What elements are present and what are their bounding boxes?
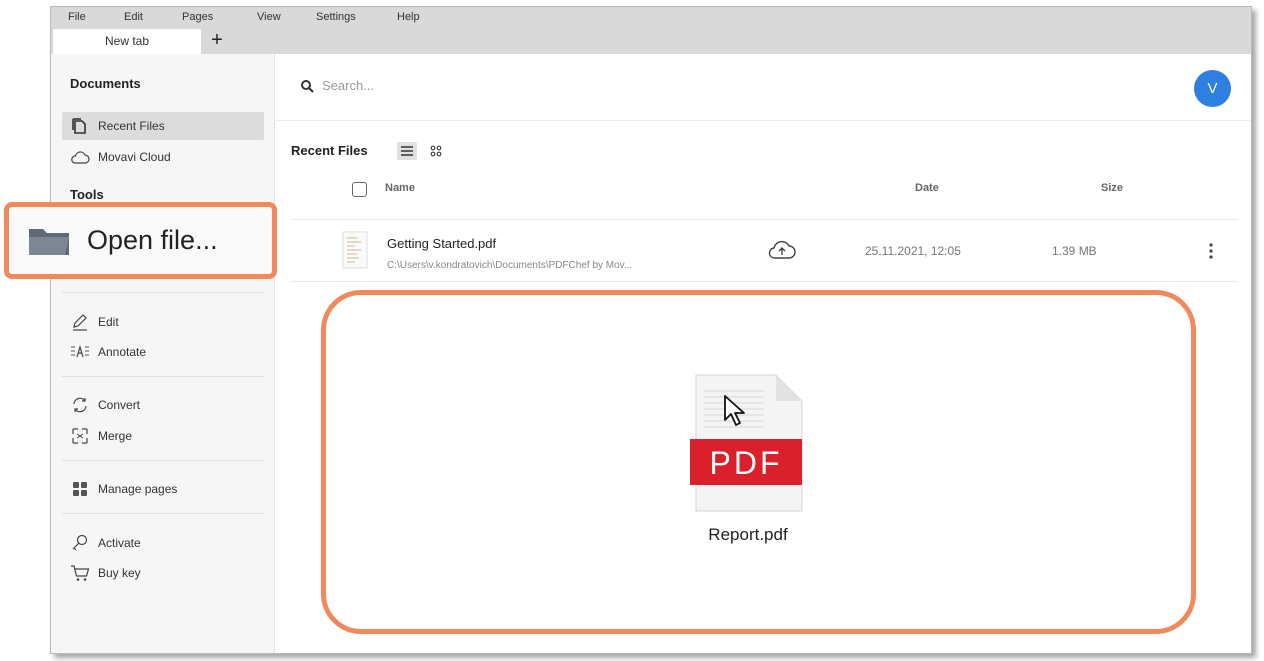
file-date: 25.11.2021, 12:05 bbox=[865, 244, 961, 258]
annotate-icon bbox=[70, 343, 90, 361]
menu-settings[interactable]: Settings bbox=[316, 11, 356, 23]
sidebar-item-label: Convert bbox=[98, 398, 141, 412]
open-file-label: Open file... bbox=[87, 225, 218, 255]
pencil-icon bbox=[70, 313, 90, 331]
menu-view[interactable]: View bbox=[257, 11, 281, 23]
sidebar-item-label: Buy key bbox=[98, 566, 141, 580]
more-icon[interactable] bbox=[1207, 242, 1215, 260]
avatar[interactable]: V bbox=[1194, 70, 1231, 107]
grid-view-icon bbox=[430, 145, 442, 157]
menu-help[interactable]: Help bbox=[397, 11, 420, 23]
key-icon bbox=[70, 534, 90, 552]
divider bbox=[62, 460, 264, 461]
sidebar-item-label: Manage pages bbox=[98, 482, 178, 496]
menu-edit[interactable]: Edit bbox=[124, 11, 143, 23]
search-icon bbox=[301, 79, 314, 93]
column-header-size[interactable]: Size bbox=[1101, 182, 1123, 194]
menu-pages[interactable]: Pages bbox=[182, 11, 213, 23]
tools-heading: Tools bbox=[70, 187, 104, 202]
divider bbox=[62, 513, 264, 514]
sidebar-item-label: Recent Files bbox=[98, 119, 165, 133]
list-view-icon bbox=[401, 146, 413, 156]
sidebar-item-activate[interactable]: Activate bbox=[62, 529, 264, 557]
search-input[interactable]: Search... bbox=[322, 78, 374, 93]
sidebar-item-annotate[interactable]: Annotate bbox=[62, 338, 264, 366]
divider bbox=[276, 120, 1251, 121]
open-file-button[interactable]: Open file... bbox=[4, 202, 277, 279]
add-tab-button[interactable]: + bbox=[206, 30, 228, 52]
folder-icon bbox=[29, 228, 69, 255]
cursor-icon bbox=[724, 395, 745, 426]
file-size: 1.39 MB bbox=[1052, 244, 1097, 258]
sidebar-item-label: Annotate bbox=[98, 345, 147, 359]
dragged-file-name: Report.pdf bbox=[708, 525, 788, 544]
select-all-checkbox[interactable] bbox=[352, 182, 367, 197]
grid-view-button[interactable] bbox=[427, 142, 445, 160]
column-header-date[interactable]: Date bbox=[915, 182, 939, 194]
merge-icon bbox=[70, 427, 90, 445]
documents-heading: Documents bbox=[70, 76, 141, 91]
sidebar-item-label: Merge bbox=[98, 429, 133, 443]
pdf-thumbnail-icon bbox=[342, 231, 368, 269]
search-bar[interactable]: Search... bbox=[300, 78, 374, 93]
sidebar-item-label: Movavi Cloud bbox=[98, 150, 171, 164]
file-name[interactable]: Getting Started.pdf bbox=[387, 236, 496, 251]
list-view-button[interactable] bbox=[397, 142, 417, 160]
cloud-icon bbox=[70, 148, 90, 166]
title-bar: File Edit Pages View Settings Help New t… bbox=[51, 7, 1251, 54]
document-icon bbox=[70, 117, 90, 135]
file-path: C:\Users\v.kondratovich\Documents\PDFChe… bbox=[387, 260, 633, 271]
sidebar: Documents Recent Files Movavi Cloud Tool… bbox=[51, 54, 275, 653]
column-header-name[interactable]: Name bbox=[385, 182, 415, 194]
convert-icon bbox=[70, 396, 90, 414]
cart-icon bbox=[70, 564, 90, 582]
pdf-badge-text: PDF bbox=[710, 445, 783, 481]
table-row[interactable]: Getting Started.pdf C:\Users\v.kondratov… bbox=[291, 220, 1238, 282]
tab-new-tab[interactable]: New tab bbox=[53, 29, 201, 54]
sidebar-item-movavi-cloud[interactable]: Movavi Cloud bbox=[62, 143, 264, 171]
grid-icon bbox=[70, 480, 90, 498]
divider bbox=[62, 292, 264, 293]
sidebar-item-convert[interactable]: Convert bbox=[62, 391, 264, 419]
sidebar-item-edit[interactable]: Edit bbox=[62, 308, 264, 336]
sidebar-item-buy-key[interactable]: Buy key bbox=[62, 559, 264, 587]
divider bbox=[62, 376, 264, 377]
sidebar-item-manage-pages[interactable]: Manage pages bbox=[62, 475, 264, 503]
sidebar-item-label: Edit bbox=[98, 315, 119, 329]
sidebar-item-label: Activate bbox=[98, 536, 141, 550]
sidebar-item-merge[interactable]: Merge bbox=[62, 422, 264, 450]
sidebar-item-recent-files[interactable]: Recent Files bbox=[62, 112, 264, 140]
recent-files-title: Recent Files bbox=[291, 143, 368, 158]
menu-file[interactable]: File bbox=[68, 11, 86, 23]
cloud-upload-icon[interactable] bbox=[767, 238, 797, 262]
